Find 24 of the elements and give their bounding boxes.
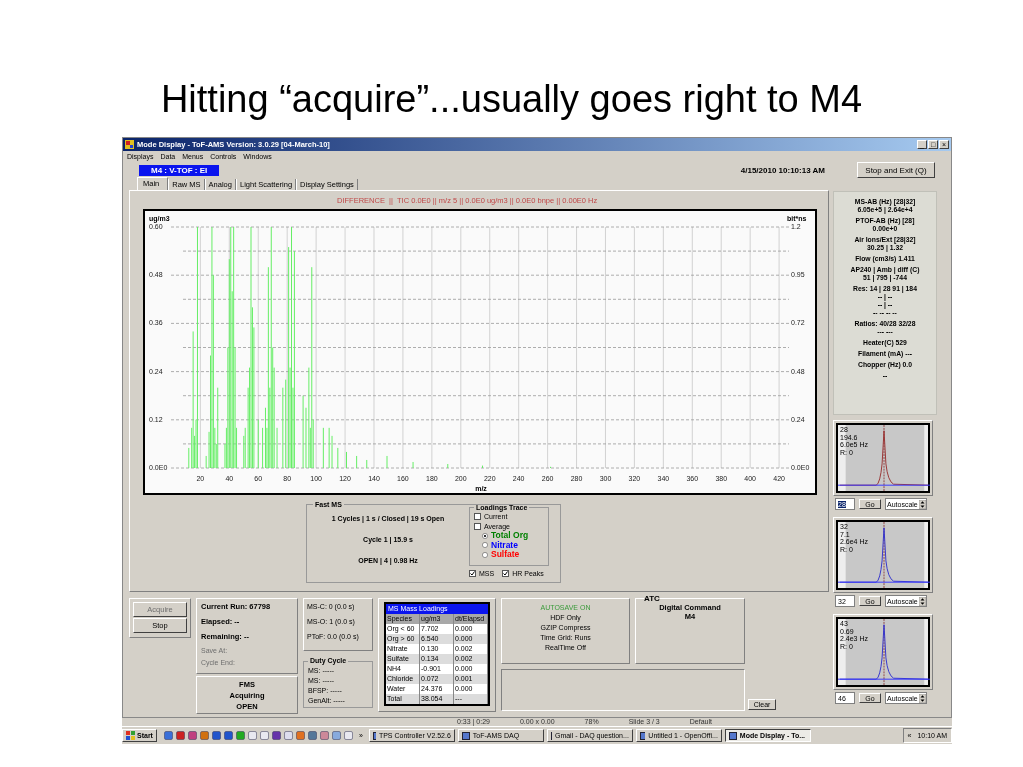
radio-label: Total Org <box>491 531 529 541</box>
radio-button[interactable] <box>482 542 488 549</box>
slide-title: Hitting “acquire”...usually goes right to M4 <box>159 77 864 122</box>
radio-button[interactable] <box>482 532 488 539</box>
window-icon <box>461 731 470 740</box>
group-title: ATC <box>644 594 660 603</box>
radio-label: Sulfate <box>491 550 520 560</box>
app-icon <box>125 140 134 149</box>
checkbox[interactable] <box>474 522 481 530</box>
mode-label: M4 : V-TOF : EI <box>139 164 220 176</box>
checkbox[interactable] <box>469 569 476 577</box>
radio-label: Nitrate <box>491 540 518 550</box>
spinner-icon <box>918 596 926 606</box>
windows-logo-icon <box>126 731 135 740</box>
window-icon <box>372 731 376 740</box>
stop-exit-button[interactable]: Stop and Exit (Q) <box>857 162 935 178</box>
checkbox[interactable] <box>474 512 481 520</box>
window-icon <box>728 731 737 740</box>
checkbox[interactable] <box>502 569 510 577</box>
radio-button[interactable] <box>482 551 488 558</box>
spinner-icon <box>918 693 926 703</box>
spinner-icon <box>918 499 926 509</box>
window-icon <box>639 731 646 740</box>
date-time: 4/15/2010 10:10:13 AM <box>740 165 825 175</box>
